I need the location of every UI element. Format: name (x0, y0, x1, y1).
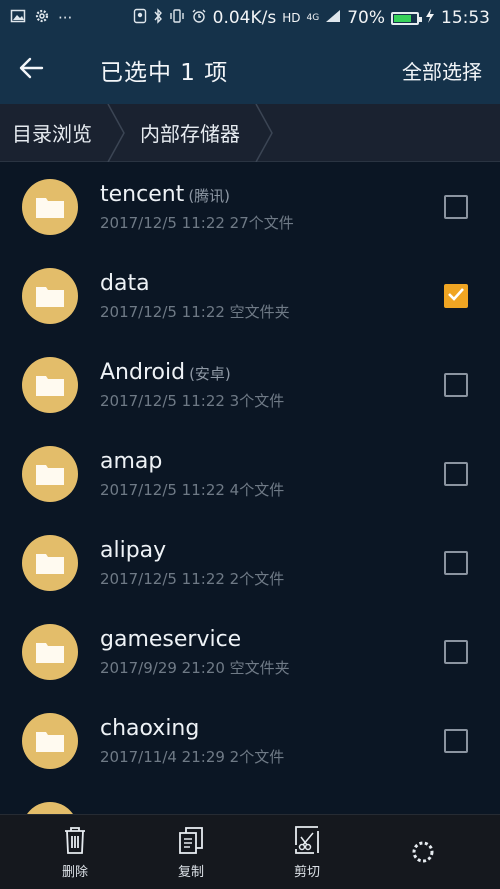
trash-icon (65, 826, 85, 854)
battery-icon (391, 11, 422, 25)
file-meta: 2017/12/5 11:22 3个文件 (100, 391, 285, 410)
file-meta: 2017/12/5 11:22 空文件夹 (100, 302, 290, 321)
folder-icon (22, 801, 78, 814)
file-info: chaoxing 2017/11/4 21:29 2个文件 (100, 715, 444, 767)
file-row[interactable]: gameservice 2017/9/29 21:20 空文件夹 (0, 607, 500, 696)
file-name-line: tencent (腾讯) (100, 181, 444, 210)
file-info: gameservice 2017/9/29 21:20 空文件夹 (100, 626, 444, 678)
breadcrumb-separator-icon (254, 104, 276, 162)
file-name-tag: (腾讯) (188, 186, 231, 205)
more-actions-button[interactable] (365, 815, 481, 889)
file-name: chaoxing (100, 715, 200, 741)
network-speed: 0.04K/s (212, 8, 277, 28)
page-title: 已选中 1 项 (100, 60, 229, 86)
battery-level (394, 14, 411, 22)
status-right: 0.04K/s HD 4G 70% 15:53 (133, 8, 490, 28)
breadcrumb-item-internal-storage[interactable]: 内部存储器 (128, 104, 254, 161)
file-name: alipay (100, 537, 167, 563)
clock: 15:53 (441, 8, 490, 28)
hd-label: HD (282, 11, 301, 25)
folder-icon (22, 534, 78, 591)
cut-label: 剪切 (293, 864, 320, 880)
select-checkbox[interactable] (444, 283, 468, 308)
delete-button[interactable]: 删除 (17, 815, 133, 889)
file-row[interactable]: amap 2017/12/5 11:22 4个文件 (0, 429, 500, 518)
file-info: amap 2017/12/5 11:22 4个文件 (100, 448, 444, 500)
folder-icon (22, 267, 78, 324)
breadcrumb-item-root[interactable]: 目录浏览 (0, 104, 106, 161)
cut-icon (295, 825, 319, 854)
alarm-icon (191, 8, 207, 28)
status-left: ··· (10, 8, 72, 28)
bottom-action-bar: 删除 复制 剪切 (0, 814, 500, 889)
cut-button[interactable]: 剪切 (249, 815, 365, 889)
vibrate-icon (169, 8, 185, 28)
gear-icon (34, 8, 50, 28)
file-info: tencent (腾讯) 2017/12/5 11:22 27个文件 (100, 181, 444, 233)
location-icon (133, 8, 147, 28)
file-meta: 2017/12/5 11:22 4个文件 (100, 480, 285, 499)
file-info: data 2017/12/5 11:22 空文件夹 (100, 270, 444, 322)
file-row[interactable]: chaoxing 2017/11/4 21:29 2个文件 (0, 696, 500, 785)
breadcrumb: 目录浏览 内部存储器 (0, 104, 500, 162)
file-name-line: amap (100, 448, 444, 477)
file-info: alipay 2017/12/5 11:22 2个文件 (100, 537, 444, 589)
file-name-line: alipay (100, 537, 444, 566)
select-checkbox[interactable] (444, 550, 468, 575)
select-checkbox[interactable] (444, 461, 468, 486)
folder-icon (22, 445, 78, 502)
select-checkbox[interactable] (444, 728, 468, 753)
copy-label: 复制 (177, 864, 204, 880)
file-name: Android (100, 359, 186, 385)
file-info: Android (安卓) 2017/12/5 11:22 3个文件 (100, 359, 444, 411)
folder-icon (22, 712, 78, 769)
copy-icon (179, 826, 203, 854)
file-list: tencent (腾讯) 2017/12/5 11:22 27个文件 data 2017… (0, 162, 500, 814)
file-meta: 2017/11/4 21:29 2个文件 (100, 747, 285, 766)
status-bar: ··· 0.04K/s HD 4G 70% 15:53 (0, 0, 500, 36)
more-icon: ··· (58, 9, 73, 27)
select-checkbox[interactable] (444, 194, 468, 219)
file-name: gameservice (100, 626, 242, 652)
bluetooth-icon (153, 8, 163, 28)
file-row[interactable]: Android (安卓) 2017/12/5 11:22 3个文件 (0, 340, 500, 429)
signal-icon (325, 9, 341, 27)
file-row-partial[interactable] (0, 785, 500, 814)
app-bar: 已选中 1 项 全部选择 (0, 36, 500, 104)
select-all-button[interactable]: 全部选择 (402, 56, 482, 85)
file-meta: 2017/9/29 21:20 空文件夹 (100, 658, 290, 677)
file-row[interactable]: tencent (腾讯) 2017/12/5 11:22 27个文件 (0, 162, 500, 251)
signal-label: 4G (306, 12, 320, 23)
select-checkbox[interactable] (444, 372, 468, 397)
file-row[interactable]: alipay 2017/12/5 11:22 2个文件 (0, 518, 500, 607)
battery-percent: 70% (347, 8, 385, 28)
breadcrumb-separator-icon (106, 104, 128, 162)
charging-icon (425, 8, 435, 28)
file-row[interactable]: data 2017/12/5 11:22 空文件夹 (0, 251, 500, 340)
folder-icon (22, 178, 78, 235)
file-name-line: data (100, 270, 444, 299)
delete-label: 删除 (61, 864, 88, 880)
file-name: data (100, 270, 150, 296)
copy-button[interactable]: 复制 (133, 815, 249, 889)
select-checkbox[interactable] (444, 639, 468, 664)
file-meta: 2017/12/5 11:22 2个文件 (100, 569, 285, 588)
folder-icon (22, 623, 78, 680)
file-name-line: gameservice (100, 626, 444, 655)
back-arrow-icon[interactable] (18, 54, 58, 87)
file-name-tag: (安卓) (189, 364, 231, 383)
file-name: tencent (100, 181, 185, 207)
folder-icon (22, 356, 78, 413)
file-name: amap (100, 448, 163, 474)
file-meta: 2017/12/5 11:22 27个文件 (100, 213, 294, 232)
more-gear-icon (412, 841, 434, 863)
file-name-line: chaoxing (100, 715, 444, 744)
checkmark-icon (447, 286, 465, 306)
image-icon (10, 8, 26, 28)
file-name-line: Android (安卓) (100, 359, 444, 388)
